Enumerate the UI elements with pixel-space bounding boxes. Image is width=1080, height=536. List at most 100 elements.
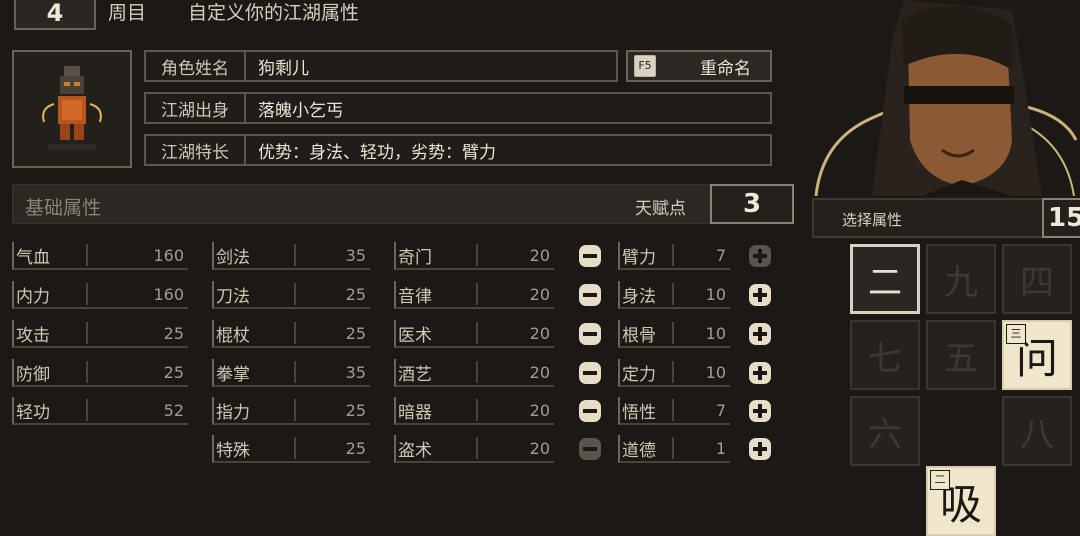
talent-points-label: 天赋点: [635, 199, 686, 219]
plus-circle-icon[interactable]: [746, 242, 774, 270]
stat-col3-5: 盗术 20: [394, 435, 554, 463]
stat-col3-2: 医术 20: [394, 320, 554, 348]
stat-value: 25: [345, 400, 366, 420]
plus-circle-icon[interactable]: [746, 320, 774, 348]
stat-col2-2: 棍杖 25: [212, 320, 370, 348]
stat-divider: [294, 244, 296, 266]
stat-col2-1: 刀法 25: [212, 281, 370, 309]
plus-circle-icon[interactable]: [746, 397, 774, 425]
stat-divider: [294, 399, 296, 421]
name-label: 角色姓名: [146, 52, 246, 80]
rune-badge: 三: [1006, 324, 1026, 344]
stat-col1-0: 气血 160: [12, 242, 188, 270]
stat-col3-1: 音律 20: [394, 281, 554, 309]
stat-name: 身法: [622, 286, 656, 307]
stat-name: 酒艺: [398, 364, 432, 385]
stat-value: 25: [345, 438, 366, 458]
rune-tile[interactable]: 二: [850, 244, 920, 314]
stat-value: 10: [705, 362, 726, 382]
plus-circle-icon[interactable]: [746, 435, 774, 463]
rune-tile[interactable]: 问三: [1002, 320, 1072, 390]
basic-attributes-bar: 基础属性 天赋点: [12, 184, 712, 224]
rune-tile[interactable]: 五: [926, 320, 996, 390]
rune-tile[interactable]: 四: [1002, 244, 1072, 314]
stat-divider: [476, 283, 478, 305]
stat-col2-5: 特殊 25: [212, 435, 370, 463]
stat-name: 暗器: [398, 402, 432, 423]
stat-divider: [86, 399, 88, 421]
stat-value: 52: [163, 400, 184, 420]
stat-value: 20: [529, 323, 550, 343]
minus-circle-icon[interactable]: [576, 281, 604, 309]
stat-name: 根骨: [622, 325, 656, 346]
character-art: [812, 0, 1080, 196]
stat-col1-2: 攻击 25: [12, 320, 188, 348]
stat-divider: [476, 361, 478, 383]
select-attribute-title: 选择属性: [842, 211, 903, 229]
stat-col4-3: 定力 10: [618, 359, 730, 387]
stat-col3-3: 酒艺 20: [394, 359, 554, 387]
minus-circle-icon[interactable]: [576, 320, 604, 348]
stat-divider: [294, 437, 296, 459]
stat-value: 10: [705, 284, 726, 304]
origin-label: 江湖出身: [146, 94, 246, 122]
rune-char: 二: [868, 262, 902, 303]
stat-name: 轻功: [16, 402, 50, 423]
stat-name: 盗术: [398, 440, 432, 461]
plus-circle-icon[interactable]: [746, 359, 774, 387]
rune-char: 四: [1020, 262, 1054, 303]
rune-tile[interactable]: 吸二: [926, 466, 996, 536]
stat-value: 160: [153, 245, 184, 265]
stat-value: 20: [529, 362, 550, 382]
stat-name: 刀法: [216, 286, 250, 307]
rename-button[interactable]: F5 重命名: [626, 50, 772, 82]
stat-name: 内力: [16, 286, 50, 307]
stat-divider: [476, 322, 478, 344]
stat-col4-5: 道德 1: [618, 435, 730, 463]
stat-name: 臂力: [622, 247, 656, 268]
stat-value: 7: [715, 400, 726, 420]
stat-name: 攻击: [16, 325, 50, 346]
round-number-box: 4: [14, 0, 96, 30]
stat-divider: [476, 244, 478, 266]
stat-divider: [86, 322, 88, 344]
stat-value: 25: [345, 323, 366, 343]
origin-value: 落魄小乞丐: [258, 100, 343, 121]
minus-circle-icon[interactable]: [576, 435, 604, 463]
name-value[interactable]: 狗剩儿: [246, 54, 309, 79]
stat-divider: [86, 361, 88, 383]
stat-name: 拳掌: [216, 364, 250, 385]
rune-char: 五: [944, 338, 978, 379]
character-sprite-icon: [42, 66, 102, 150]
rune-char: 八: [1020, 414, 1054, 455]
stat-value: 35: [345, 245, 366, 265]
f5-key-icon: F5: [634, 55, 656, 77]
plus-circle-icon[interactable]: [746, 281, 774, 309]
minus-circle-icon[interactable]: [576, 359, 604, 387]
stat-col4-1: 身法 10: [618, 281, 730, 309]
rune-tile[interactable]: 七: [850, 320, 920, 390]
rune-tile[interactable]: 八: [1002, 396, 1072, 466]
minus-circle-icon[interactable]: [576, 242, 604, 270]
stat-name: 剑法: [216, 247, 250, 268]
stat-col4-4: 悟性 7: [618, 397, 730, 425]
stat-divider: [672, 322, 674, 344]
stat-divider: [86, 244, 88, 266]
rune-char: 七: [868, 338, 902, 379]
stat-name: 悟性: [622, 402, 656, 423]
basic-attributes-title: 基础属性: [25, 197, 102, 219]
rune-tile[interactable]: 六: [850, 396, 920, 466]
minus-circle-icon[interactable]: [576, 397, 604, 425]
stat-value: 25: [163, 323, 184, 343]
stat-name: 特殊: [216, 440, 250, 461]
stat-col1-1: 内力 160: [12, 281, 188, 309]
stat-col3-0: 奇门 20: [394, 242, 554, 270]
rune-tile[interactable]: 九: [926, 244, 996, 314]
stat-value: 10: [705, 323, 726, 343]
round-label: 周目: [108, 2, 147, 24]
stat-name: 气血: [16, 247, 50, 268]
stat-col2-0: 剑法 35: [212, 242, 370, 270]
stat-divider: [294, 322, 296, 344]
stat-divider: [294, 361, 296, 383]
page-title: 自定义你的江湖属性: [188, 2, 360, 24]
